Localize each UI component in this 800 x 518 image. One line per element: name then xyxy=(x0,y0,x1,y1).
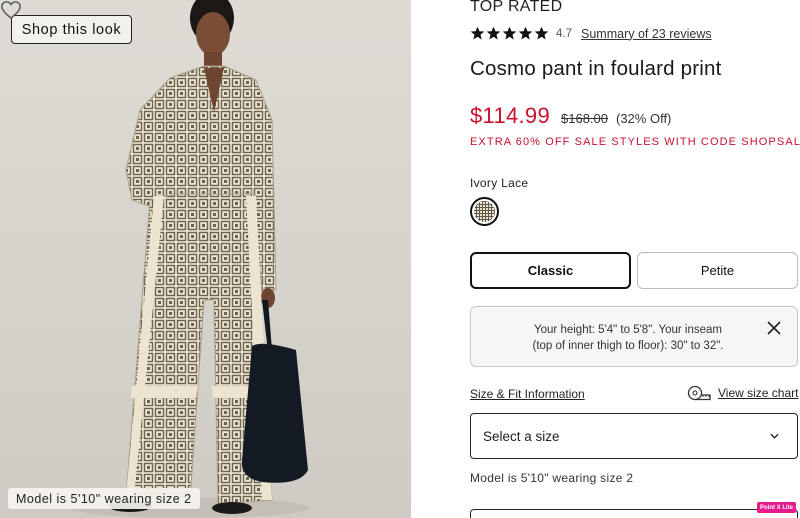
heart-icon[interactable] xyxy=(0,0,22,20)
height-guidance-line-1: Your height: 5'4" to 5'8". Your inseam xyxy=(534,324,722,336)
star-icon xyxy=(486,26,501,40)
color-name: Ivory Lace xyxy=(470,176,529,190)
color-swatch-ivory-lace[interactable] xyxy=(470,197,499,226)
add-to-bag-area-partial[interactable] xyxy=(470,509,798,518)
top-rated-badge: TOP RATED xyxy=(470,0,563,15)
size-chart-label: View size chart xyxy=(718,386,799,400)
chevron-down-icon xyxy=(770,433,779,439)
extension-badge[interactable]: Point X Lite xyxy=(757,502,796,513)
close-icon[interactable] xyxy=(767,321,781,335)
photo-model-caption: Model is 5'10" wearing size 2 xyxy=(8,488,200,509)
rating-value: 4.7 xyxy=(556,27,572,40)
star-icon xyxy=(470,26,485,40)
star-icon xyxy=(534,26,549,40)
fit-classic-button[interactable]: Classic xyxy=(470,252,631,289)
height-guidance-text: Your height: 5'4" to 5'8". Your inseam (… xyxy=(493,322,763,354)
swatch-pattern xyxy=(474,201,495,222)
rating-row: 4.7 Summary of 23 reviews xyxy=(470,25,712,42)
product-detail-panel: TOP RATED 4.7 Summary of 23 reviews Cosm… xyxy=(470,0,800,518)
shop-this-look-button[interactable]: Shop this look xyxy=(11,15,132,44)
size-select-placeholder: Select a size xyxy=(483,429,560,444)
height-guidance-box: Your height: 5'4" to 5'8". Your inseam (… xyxy=(470,306,798,367)
model-figure-illustration xyxy=(70,0,310,518)
height-guidance-line-2: (top of inner thigh to floor): 30" to 32… xyxy=(532,340,724,352)
measuring-tape-icon xyxy=(687,385,711,401)
star-icon xyxy=(518,26,533,40)
original-price: $168.00 xyxy=(561,111,608,126)
product-title: Cosmo pant in foulard print xyxy=(470,57,722,80)
size-fit-info-link[interactable]: Size & Fit Information xyxy=(470,387,585,401)
size-select-dropdown[interactable]: Select a size xyxy=(470,413,798,459)
model-size-info: Model is 5'10" wearing size 2 xyxy=(470,471,634,485)
sale-price: $114.99 xyxy=(470,103,550,128)
reviews-summary-link[interactable]: Summary of 23 reviews xyxy=(581,27,712,41)
product-photo[interactable]: Shop this look Model is 5'10" wearing si… xyxy=(0,0,411,518)
star-icon xyxy=(502,26,517,40)
view-size-chart-link[interactable]: View size chart xyxy=(687,385,798,401)
price-row: $114.99 $168.00 (32% Off) xyxy=(470,103,671,129)
rating-stars xyxy=(470,26,549,41)
discount-percent: (32% Off) xyxy=(616,111,672,126)
promo-text: EXTRA 60% OFF SALE STYLES WITH CODE SHOP… xyxy=(470,136,800,148)
fit-petite-button[interactable]: Petite xyxy=(637,252,798,289)
